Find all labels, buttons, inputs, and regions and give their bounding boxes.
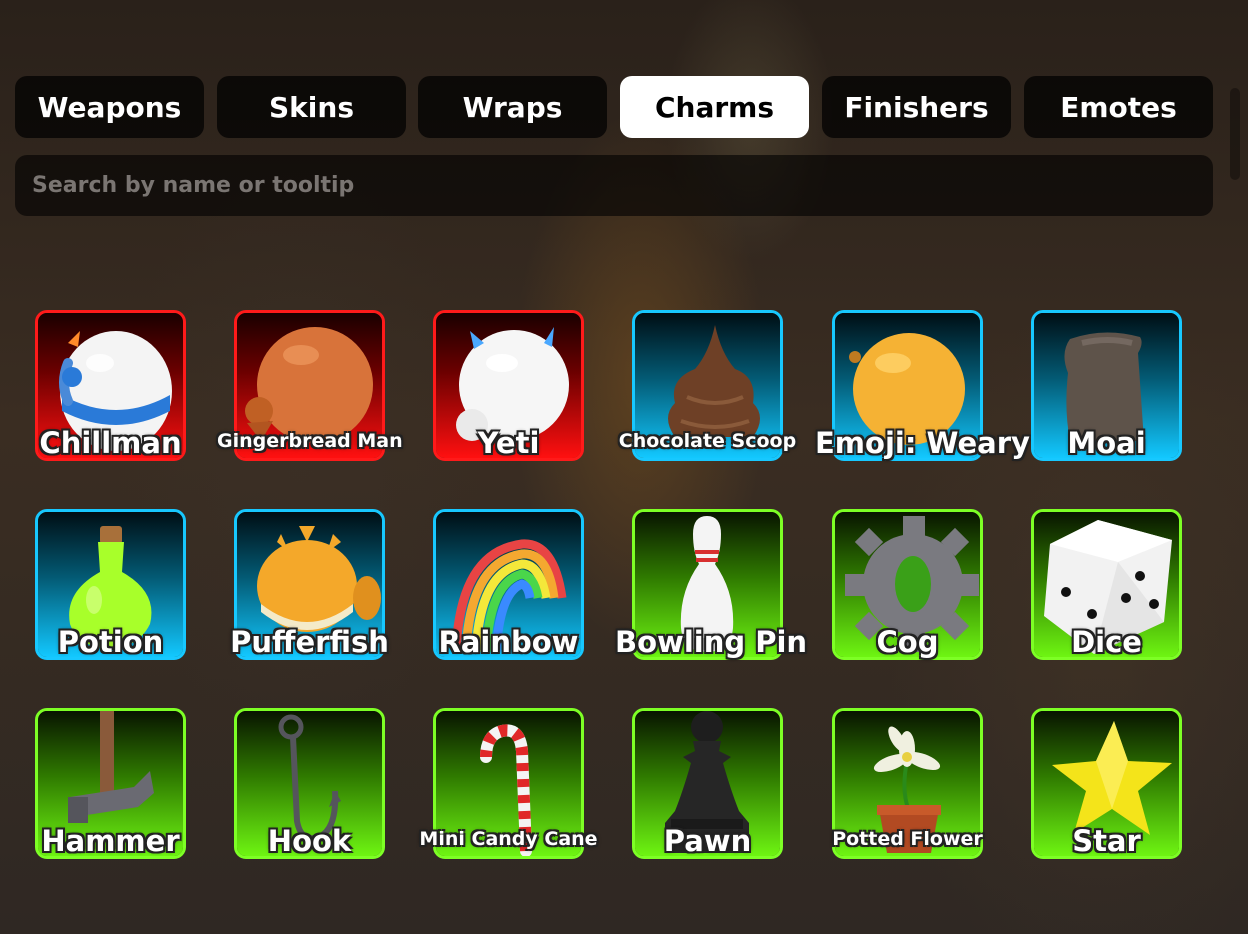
charm-label: Potted Flower (832, 828, 983, 850)
charm-card-moai[interactable]: Moai (1031, 310, 1182, 461)
charm-card-mini-candy-cane[interactable]: Mini Candy Cane (419, 708, 598, 859)
charm-label: Dice (1071, 625, 1142, 659)
charm-label: Rainbow (438, 625, 579, 659)
charm-card-pufferfish[interactable]: Pufferfish (230, 509, 389, 660)
charm-label: Gingerbread Man (217, 430, 403, 452)
charm-label: Hook (267, 824, 352, 858)
charm-card-potted-flower[interactable]: Potted Flower (832, 708, 983, 859)
charm-card-chillman[interactable]: Chillman (35, 310, 186, 461)
charm-card-hook[interactable]: Hook (234, 708, 385, 859)
charm-label: Chocolate Scoop (618, 430, 797, 452)
charm-card-potion[interactable]: Potion (35, 509, 186, 660)
charm-label: Pawn (663, 824, 752, 858)
charm-label: Potion (57, 625, 164, 659)
charm-grid: Chillman Gingerbread Man Yeti Chocolate … (0, 0, 1248, 934)
charm-card-hammer[interactable]: Hammer (35, 708, 186, 859)
charm-label: Chillman (39, 426, 182, 460)
charm-card-emoji-weary[interactable]: Emoji: Weary (815, 310, 1030, 461)
charm-label: Mini Candy Cane (419, 828, 598, 850)
charm-card-chocolate-scoop[interactable]: Chocolate Scoop (619, 310, 796, 461)
charm-card-pawn[interactable]: Pawn (632, 708, 783, 859)
charm-card-yeti[interactable]: Yeti (433, 310, 584, 461)
charm-label: Cog (876, 625, 939, 659)
charm-card-dice[interactable]: Dice (1031, 509, 1182, 660)
charm-label: Hammer (41, 824, 180, 858)
charm-card-bowling-pin[interactable]: Bowling Pin (615, 509, 807, 660)
charm-label: Emoji: Weary (815, 426, 1030, 460)
charm-card-gingerbread-man[interactable]: Gingerbread Man (217, 310, 403, 461)
charm-card-star[interactable]: Star (1031, 708, 1182, 859)
charm-label: Moai (1067, 426, 1146, 460)
charm-card-rainbow[interactable]: Rainbow (433, 509, 584, 660)
charm-card-cog[interactable]: Cog (832, 509, 983, 660)
charm-label: Bowling Pin (615, 625, 808, 659)
charm-label: Star (1072, 824, 1141, 858)
charm-label: Yeti (477, 426, 540, 460)
charm-label: Pufferfish (230, 625, 389, 659)
